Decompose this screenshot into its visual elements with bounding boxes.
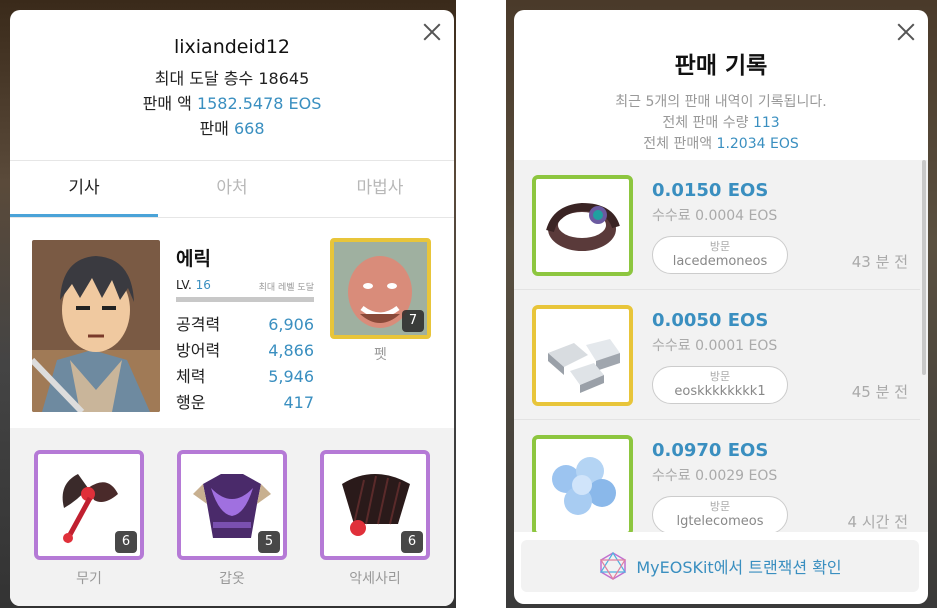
weapon-level-badge: 6 [115, 531, 137, 553]
stat-value: 5,946 [268, 367, 314, 386]
sale-time: 45 분 전 [851, 383, 908, 401]
profile-header: lixiandeid12 최대 도달 층수 18645 판매 액 1582.54… [10, 10, 454, 160]
confirm-label: MyEOSKit에서 트랜잭션 확인 [636, 558, 842, 577]
hero-name: 에릭 [176, 248, 211, 270]
tab-knight[interactable]: 기사 [10, 161, 158, 217]
close-icon[interactable] [422, 22, 442, 42]
stat-value: 4,866 [268, 341, 314, 360]
sale-time: 4 시간 전 [847, 513, 908, 531]
sales-summary: 최근 5개의 판매 내역이 기록됩니다. 전체 판매 수량 113 전체 판매액… [514, 92, 928, 155]
class-tabs: 기사 아처 마법사 [10, 160, 454, 218]
sale-fee: 수수료 0.0004 EOS [652, 208, 778, 224]
tab-archer[interactable]: 아처 [158, 161, 306, 217]
armor-level-badge: 5 [258, 531, 280, 553]
sale-fee: 수수료 0.0001 EOS [652, 338, 778, 354]
stat-hp: 체력 5,946 [176, 364, 314, 390]
buyer-account: eoskkkkkkkk1 [674, 384, 766, 399]
weapon-slot[interactable]: 6 [34, 450, 144, 560]
myeoskit-logo-icon [600, 551, 627, 581]
total-amount-label: 전체 판매액 [643, 136, 713, 152]
stat-luck: 행운 417 [176, 390, 314, 416]
accessory-slot[interactable]: 6 [320, 450, 430, 560]
username: lixiandeid12 [173, 36, 291, 58]
hero-section: 에릭 LV. 16 최대 레벨 도달 공격력 6,906 방어력 4,866 체력 5… [10, 218, 454, 428]
max-floor-label: 최대 도달 층수 [154, 69, 254, 88]
pet-level-badge: 7 [402, 310, 424, 332]
total-amount: 전체 판매액 1.2034 EOS [514, 134, 928, 155]
accessory-label: 악세사리 [349, 571, 401, 587]
sales-list[interactable]: 0.0150 EOS 수수료 0.0004 EOS 방문 lacedemoneo… [514, 160, 928, 532]
item-slot [532, 435, 633, 532]
equipment-section: 6 무기 5 갑옷 6 악세사리 [10, 428, 454, 606]
tab-wizard[interactable]: 마법사 [306, 161, 454, 217]
crystal-ore-icon [552, 457, 616, 515]
profile-panel: lixiandeid12 최대 도달 층수 18645 판매 액 1582.54… [10, 10, 454, 606]
sale-fee: 수수료 0.0029 EOS [652, 468, 778, 484]
total-count-value: 113 [752, 115, 780, 131]
stat-value: 417 [283, 393, 314, 412]
stat-label: 체력 [176, 367, 206, 386]
sale-amount: 0.0050 EOS [652, 310, 769, 331]
scrollbar[interactable] [922, 160, 926, 375]
total-count-label: 전체 판매 수량 [662, 115, 749, 131]
sales-amount-value: 1582.5478 EOS [196, 94, 322, 113]
stat-value: 6,906 [268, 315, 314, 334]
stat-defense: 방어력 4,866 [176, 338, 314, 364]
armor-slot[interactable]: 5 [177, 450, 287, 560]
silver-ore-icon [548, 339, 620, 393]
level-value: 16 [195, 278, 211, 292]
level-label: LV. [176, 278, 192, 292]
hero-stats: 공격력 6,906 방어력 4,866 체력 5,946 행운 417 [176, 312, 314, 416]
sales-history-title: 판매 기록 [674, 53, 768, 79]
visit-label: 방문 [709, 240, 731, 253]
item-slot [532, 305, 633, 406]
max-floor-value: 18645 [258, 69, 310, 88]
sales-count-value: 668 [234, 119, 265, 138]
list-item: 0.0150 EOS 수수료 0.0004 EOS 방문 lacedemoneo… [514, 160, 920, 290]
stat-label: 공격력 [176, 315, 221, 334]
sales-count-label: 판매 [199, 119, 229, 138]
armor-label: 갑옷 [219, 571, 245, 587]
list-item: 0.0970 EOS 수수료 0.0029 EOS 방문 lgtelecomeo… [514, 420, 920, 532]
sales-amount-label: 판매 액 [142, 94, 192, 113]
sale-amount: 0.0970 EOS [652, 440, 769, 461]
sale-amount: 0.0150 EOS [652, 180, 769, 201]
bracelet-icon [546, 202, 620, 251]
sale-time: 43 분 전 [851, 253, 908, 271]
subtitle: 최근 5개의 판매 내역이 기록됩니다. [615, 94, 827, 110]
buyer-account: lacedemoneos [672, 254, 768, 269]
pet-label: 펫 [374, 347, 387, 363]
myeoskit-confirm-button[interactable]: MyEOSKit에서 트랜잭션 확인 [521, 540, 919, 592]
close-icon[interactable] [896, 22, 916, 42]
hero-level: LV. 16 최대 레벨 도달 [176, 278, 314, 293]
buyer-account: lgtelecomeos [676, 514, 764, 529]
visit-label: 방문 [709, 500, 731, 513]
visit-button[interactable]: 방문 lacedemoneos [652, 236, 788, 274]
max-floor: 최대 도달 층수 18645 [10, 66, 454, 91]
stat-label: 행운 [176, 393, 206, 412]
stat-label: 방어력 [176, 341, 221, 360]
sales-amount: 판매 액 1582.5478 EOS [10, 91, 454, 116]
accessory-level-badge: 6 [401, 531, 423, 553]
background-gap [456, 0, 506, 608]
list-item: 0.0050 EOS 수수료 0.0001 EOS 방문 eoskkkkkkkk… [514, 290, 920, 420]
stat-attack: 공격력 6,906 [176, 312, 314, 338]
visit-label: 방문 [709, 370, 731, 383]
pet-slot[interactable]: 7 [330, 238, 431, 339]
item-slot [532, 175, 633, 276]
max-level-text: 최대 레벨 도달 [258, 283, 314, 293]
level-bar [176, 297, 314, 302]
total-amount-value: 1.2034 EOS [716, 136, 799, 152]
sales-count: 판매 668 [10, 116, 454, 141]
total-count: 전체 판매 수량 113 [514, 113, 928, 134]
visit-button[interactable]: 방문 lgtelecomeos [652, 496, 788, 532]
weapon-label: 무기 [76, 571, 102, 587]
visit-button[interactable]: 방문 eoskkkkkkkk1 [652, 366, 788, 404]
hero-portrait [32, 240, 160, 412]
sales-history-panel: 판매 기록 최근 5개의 판매 내역이 기록됩니다. 전체 판매 수량 113 … [514, 10, 928, 604]
